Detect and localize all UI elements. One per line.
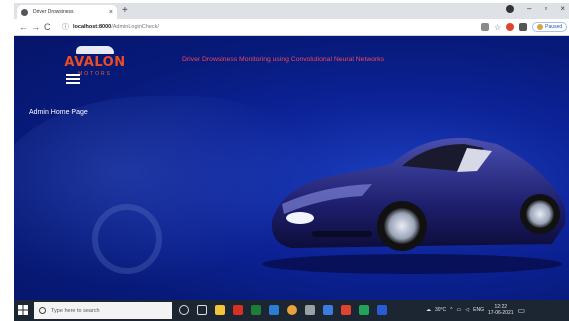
network-icon[interactable]: ▭ (457, 307, 462, 313)
windows-taskbar: Type here to search ☁ 30°C ^ ▭ ◁ ENG 12:… (14, 300, 569, 321)
windows-start-icon[interactable] (18, 305, 28, 315)
favicon-icon (21, 8, 28, 16)
toolbar-icons: ☆ Paused ⋮ (481, 22, 569, 32)
clock-date: 17-06-2021 (487, 310, 514, 316)
search-placeholder: Type here to search (51, 307, 100, 314)
star-icon[interactable]: ☆ (494, 23, 501, 32)
avatar (537, 24, 544, 30)
tab-title: Driver Drowsiness (33, 9, 74, 15)
url-path: /AdminLoginCheck/ (111, 24, 159, 30)
browser-tab[interactable]: Driver Drowsiness × (17, 5, 117, 19)
extension-icon[interactable] (506, 23, 515, 31)
system-tray: ☁ 30°C ^ ▭ ◁ ENG 12:22 17-06-2021 ▭ (426, 304, 525, 316)
browser-window: Driver Drowsiness × + – ▫ × ← → C ⓘ loca… (14, 3, 569, 300)
page-content: AVALON MOTORS Driver Drowsiness Monitori… (14, 36, 569, 300)
tab-strip: Driver Drowsiness × + – ▫ × (14, 3, 569, 19)
window-controls: – ▫ × (506, 4, 565, 13)
admin-home-link[interactable]: Admin Home Page (29, 109, 88, 116)
forward-button[interactable]: → (31, 21, 40, 33)
volume-icon[interactable]: ◁ (465, 307, 469, 313)
new-tab-button[interactable]: + (122, 5, 128, 17)
background-wheel (92, 204, 162, 274)
puzzle-icon[interactable] (519, 23, 528, 31)
minimize-button[interactable]: – (527, 4, 531, 13)
file-explorer-icon[interactable] (215, 305, 225, 315)
info-icon[interactable]: ⓘ (62, 22, 69, 32)
page-headline: Driver Drowsiness Monitoring using Convo… (182, 56, 385, 63)
record-icon[interactable] (506, 4, 515, 13)
back-button[interactable]: ← (19, 21, 28, 33)
sports-car-image (262, 137, 566, 274)
app-icon-orange[interactable] (341, 305, 351, 315)
language-indicator[interactable]: ENG (473, 307, 484, 313)
url-text: localhost:8000/AdminLoginCheck/ (73, 24, 159, 30)
logo-car-icon (76, 46, 114, 54)
profile-button[interactable]: Paused (532, 22, 568, 32)
url-host: localhost:8000 (73, 24, 112, 30)
app-icon-gray[interactable] (305, 305, 315, 315)
close-window-button[interactable]: × (560, 4, 565, 13)
search-icon (39, 307, 46, 314)
vscode-icon[interactable] (269, 305, 279, 315)
chrome-icon[interactable] (287, 305, 297, 315)
weather-icon[interactable]: ☁ (426, 307, 431, 313)
weather-temp: 30°C (435, 307, 447, 313)
cortana-icon[interactable] (179, 305, 189, 315)
profile-status: Paused (545, 24, 563, 30)
browser-toolbar: ← → C ⓘ localhost:8000/AdminLoginCheck/ … (14, 19, 569, 36)
notification-icon[interactable]: ▭ (518, 306, 526, 315)
logo-brand: AVALON (64, 55, 126, 70)
app-icon-red[interactable] (233, 305, 243, 315)
task-view-icon[interactable] (197, 305, 207, 315)
app-icon-blue[interactable] (323, 305, 333, 315)
excel-icon[interactable] (359, 305, 369, 315)
maximize-button[interactable]: ▫ (544, 4, 547, 13)
translate-icon[interactable] (481, 23, 489, 31)
app-icon-green[interactable] (251, 305, 261, 315)
word-icon[interactable] (377, 305, 387, 315)
taskbar-search[interactable]: Type here to search (34, 302, 172, 319)
clock[interactable]: 12:22 17-06-2021 (488, 304, 514, 316)
tray-chevron-icon[interactable]: ^ (450, 307, 452, 313)
reload-button[interactable]: C (44, 21, 51, 33)
tab-close-icon[interactable]: × (109, 9, 113, 16)
taskbar-apps (179, 305, 387, 315)
hamburger-menu-icon[interactable] (66, 74, 80, 84)
address-bar[interactable]: ⓘ localhost:8000/AdminLoginCheck/ (58, 21, 478, 33)
